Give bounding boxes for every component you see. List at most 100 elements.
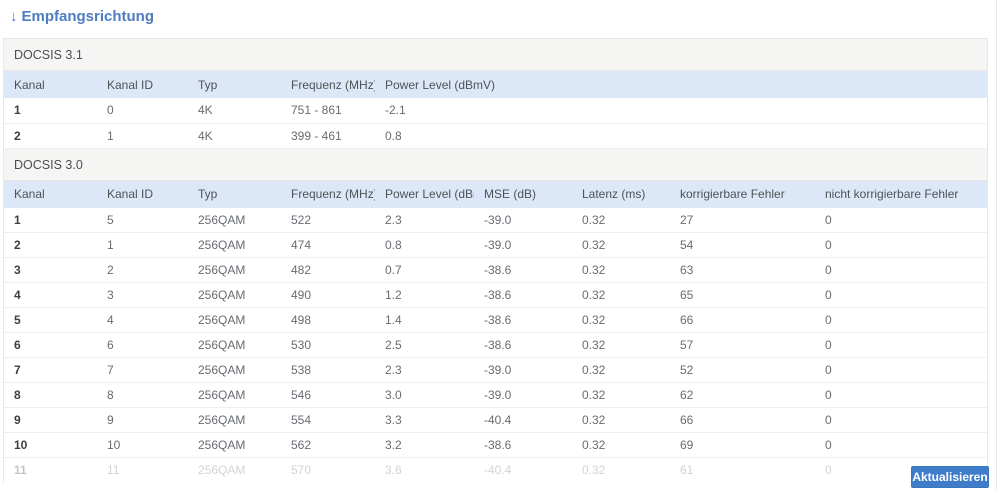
table-cell: 498 <box>281 307 375 333</box>
table-cell: 474 <box>281 232 375 258</box>
table-row: 7 7 256QAM 538 2.3 -39.0 0.32 52 0 <box>4 357 987 383</box>
column-header: Typ <box>188 180 281 208</box>
table-cell: 4K <box>188 123 281 149</box>
column-header: Typ <box>188 71 281 98</box>
table-cell: 0 <box>815 432 987 458</box>
section-title: DOCSIS 3.1 <box>4 39 987 71</box>
table-cell: 8 <box>4 382 97 408</box>
column-header: Frequenz (MHz) <box>281 180 375 208</box>
table-cell: 482 <box>281 257 375 283</box>
table-cell: 4K <box>188 98 281 124</box>
table-row: 1 5 256QAM 522 2.3 -39.0 0.32 27 0 <box>4 207 987 233</box>
table-header-row: Kanal Kanal ID Typ Frequenz (MHz) Power Leve… <box>4 71 987 98</box>
table-cell: 554 <box>281 407 375 433</box>
table-cell: 530 <box>281 332 375 358</box>
column-header: MSE (dB) <box>474 180 572 208</box>
table-row: 1 0 4K 751 - 861 -2.1 <box>4 98 987 124</box>
table-cell: 4 <box>97 307 188 333</box>
table-cell: 522 <box>281 207 375 233</box>
table-cell: -38.6 <box>474 282 572 308</box>
table-cell: 0.7 <box>375 257 474 283</box>
table-cell: 0 <box>815 382 987 408</box>
table-cell: 256QAM <box>188 332 281 358</box>
table-cell: -38.6 <box>474 307 572 333</box>
column-header: Kanal ID <box>97 71 188 98</box>
receive-direction-title[interactable]: ↓ Empfangsrichtung <box>10 8 154 25</box>
table-cell: 57 <box>670 332 815 358</box>
table-cell: 256QAM <box>188 232 281 258</box>
table-cell: -38.6 <box>474 332 572 358</box>
table-cell: 546 <box>281 382 375 408</box>
table-cell: 3 <box>97 282 188 308</box>
table-cell: 0.32 <box>572 207 670 233</box>
table-cell: 0 <box>815 232 987 258</box>
table-cell: 9 <box>97 407 188 433</box>
table-cell: 27 <box>670 207 815 233</box>
table-cell: -38.6 <box>474 432 572 458</box>
table-cell: 399 - 461 <box>281 123 375 149</box>
table-row: 6 6 256QAM 530 2.5 -38.6 0.32 57 0 <box>4 332 987 358</box>
table-cell: 0 <box>815 332 987 358</box>
refresh-button[interactable]: Aktualisieren <box>911 466 989 488</box>
table-row: 8 8 256QAM 546 3.0 -39.0 0.32 62 0 <box>4 382 987 408</box>
table-cell: 3.0 <box>375 382 474 408</box>
table-cell: 0 <box>97 98 188 124</box>
table-cell: 52 <box>670 357 815 383</box>
down-arrow-icon: ↓ <box>10 8 18 25</box>
table-cell: 256QAM <box>188 457 281 483</box>
table-cell: 0 <box>815 282 987 308</box>
table-cell: 2.5 <box>375 332 474 358</box>
table-cell: 256QAM <box>188 407 281 433</box>
table-row: 4 3 256QAM 490 1.2 -38.6 0.32 65 0 <box>4 282 987 308</box>
table-cell: 256QAM <box>188 357 281 383</box>
table-cell: 0.32 <box>572 407 670 433</box>
table-cell: 3 <box>4 257 97 283</box>
column-header: Kanal <box>4 71 97 98</box>
table-cell: 570 <box>281 457 375 483</box>
section-title: DOCSIS 3.0 <box>4 148 987 181</box>
table-cell: 7 <box>4 357 97 383</box>
table-cell: 69 <box>670 432 815 458</box>
table-cell: 2.3 <box>375 207 474 233</box>
table-cell: 256QAM <box>188 307 281 333</box>
table-cell: 2 <box>4 123 97 149</box>
table-cell: 0.32 <box>572 332 670 358</box>
column-header: Power Level (dBmV) <box>375 180 474 208</box>
table-cell: 1 <box>4 207 97 233</box>
table-row: 10 10 256QAM 562 3.2 -38.6 0.32 69 0 <box>4 432 987 458</box>
column-header: Frequenz (MHz) <box>281 71 375 98</box>
table-cell: 10 <box>4 432 97 458</box>
table-row: 2 1 4K 399 - 461 0.8 <box>4 123 987 149</box>
docsis-section: DOCSIS 3.1 Kanal Kanal ID Typ Frequenz (MHz… <box>4 39 987 149</box>
table-cell: 8 <box>97 382 188 408</box>
table-cell: 11 <box>97 457 188 483</box>
table-cell: 256QAM <box>188 432 281 458</box>
docsis-section: DOCSIS 3.0 Kanal Kanal ID Typ Frequenz (MHz… <box>4 148 987 483</box>
column-header: korrigierbare Fehler <box>670 180 815 208</box>
table-cell: -39.0 <box>474 207 572 233</box>
table-row: 11 11 256QAM 570 3.6 -40.4 0.32 61 0 <box>4 457 987 483</box>
table-cell: 0.32 <box>572 257 670 283</box>
table-cell: 538 <box>281 357 375 383</box>
column-header: Latenz (ms) <box>572 180 670 208</box>
table-cell: 0 <box>815 407 987 433</box>
table-cell: 0.8 <box>375 232 474 258</box>
table-cell: 0.32 <box>572 432 670 458</box>
table-cell: 0.32 <box>572 357 670 383</box>
table-cell: 0.32 <box>572 382 670 408</box>
page-right-border <box>996 0 997 491</box>
table-cell: 256QAM <box>188 257 281 283</box>
table-cell: 1.4 <box>375 307 474 333</box>
table-cell: 1 <box>97 123 188 149</box>
table-cell: 256QAM <box>188 382 281 408</box>
table-header-row: Kanal Kanal ID Typ Frequenz (MHz) Power Leve… <box>4 180 987 208</box>
table-cell: 0 <box>815 257 987 283</box>
table-cell: 9 <box>4 407 97 433</box>
table-cell: -38.6 <box>474 257 572 283</box>
table-cell: 751 - 861 <box>281 98 375 124</box>
table-row: 9 9 256QAM 554 3.3 -40.4 0.32 66 0 <box>4 407 987 433</box>
column-header: Kanal ID <box>97 180 188 208</box>
table-cell: 6 <box>4 332 97 358</box>
table-cell: 66 <box>670 407 815 433</box>
table-cell: 1.2 <box>375 282 474 308</box>
